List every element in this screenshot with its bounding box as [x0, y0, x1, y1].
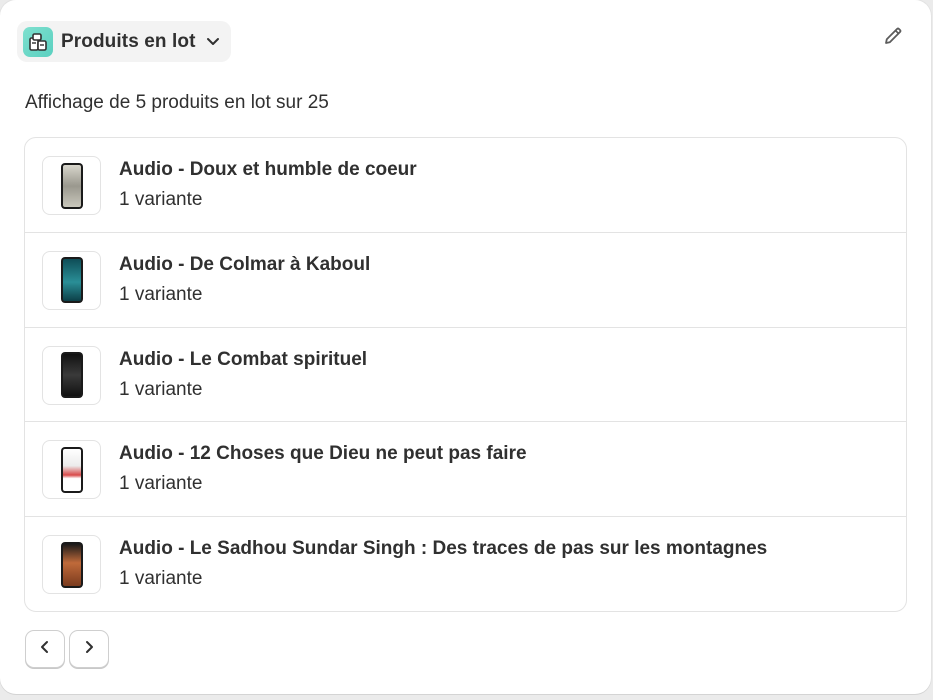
edit-button[interactable]	[878, 23, 908, 53]
chevron-left-icon	[39, 640, 51, 659]
product-list: Audio - Doux et humble de coeur 1 varian…	[24, 137, 907, 612]
product-title: Audio - De Colmar à Kaboul	[119, 253, 371, 275]
product-variant-count: 1 variante	[119, 378, 203, 400]
product-title: Audio - 12 Choses que Dieu ne peut pas f…	[119, 443, 527, 465]
product-thumbnail	[42, 345, 101, 405]
pagination	[25, 630, 109, 668]
bundle-app-icon	[23, 26, 53, 57]
product-row[interactable]: Audio - Le Combat spirituel 1 variante	[25, 328, 906, 423]
product-title: Audio - Doux et humble de coeur	[119, 159, 417, 180]
product-row[interactable]: Audio - De Colmar à Kaboul 1 variante	[25, 233, 906, 328]
product-thumbnail	[42, 535, 101, 595]
product-thumbnail	[42, 156, 101, 215]
bundle-selector-button[interactable]: Produits en lot	[17, 21, 231, 62]
results-summary: Affichage de 5 produits en lot sur 25	[25, 92, 329, 113]
product-row[interactable]: Audio - 12 Choses que Dieu ne peut pas f…	[25, 422, 906, 518]
product-variant-count: 1 variante	[119, 189, 203, 210]
pencil-icon	[882, 25, 904, 52]
chevron-right-icon	[83, 640, 95, 659]
previous-page-button[interactable]	[25, 630, 65, 668]
product-thumbnail	[42, 250, 101, 310]
product-row[interactable]: Audio - Le Sadhou Sundar Singh : Des tra…	[25, 517, 906, 611]
product-title: Audio - Le Sadhou Sundar Singh : Des tra…	[119, 538, 768, 560]
next-page-button[interactable]	[69, 630, 109, 668]
bundle-title: Produits en lot	[61, 30, 196, 52]
bundled-products-card: Produits en lot Affichage de 5 produits …	[0, 0, 931, 694]
chevron-down-icon	[205, 34, 221, 50]
product-variant-count: 1 variante	[119, 473, 203, 495]
product-variant-count: 1 variante	[119, 568, 203, 590]
product-row[interactable]: Audio - Doux et humble de coeur 1 varian…	[25, 138, 906, 233]
product-thumbnail	[42, 440, 101, 500]
product-title: Audio - Le Combat spirituel	[119, 348, 368, 370]
product-variant-count: 1 variante	[119, 283, 203, 305]
